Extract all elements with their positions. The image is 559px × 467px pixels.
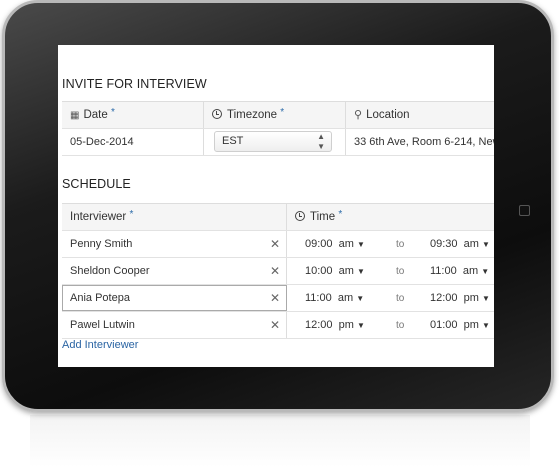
to-separator: to <box>396 239 405 250</box>
interviewer-name-field[interactable]: Sheldon Cooper <box>62 258 287 284</box>
end-ampm: pm <box>463 319 479 331</box>
start-time-select[interactable]: 12:00 pm ▼ <box>305 319 365 331</box>
start-hour: 10:00 <box>305 265 333 277</box>
close-icon[interactable]: ✕ <box>270 318 280 332</box>
required-mark: * <box>280 107 285 118</box>
start-hour: 11:00 <box>305 292 332 304</box>
close-icon[interactable]: ✕ <box>270 264 280 278</box>
caret-down-icon: ▼ <box>482 321 490 330</box>
caret-down-icon: ▼ <box>357 321 365 330</box>
schedule-section-title: SCHEDULE <box>62 177 131 191</box>
calendar-icon: ▦ <box>70 110 80 121</box>
close-icon[interactable]: ✕ <box>270 291 280 305</box>
start-time-select[interactable]: 11:00 am ▼ <box>305 292 364 304</box>
updown-icon: ▲ ▼ <box>317 132 325 151</box>
interviewer-header-label: Interviewer <box>70 211 127 223</box>
to-separator: to <box>396 293 405 304</box>
map-pin-icon: ⚲ <box>354 109 363 121</box>
interviewer-row: Pawel Lutwin ✕ 12:00 pm ▼ to 01:00 pm ▼ <box>62 312 494 339</box>
timezone-cell: EST ▲ ▼ <box>204 129 346 155</box>
tablet-reflection <box>30 415 530 467</box>
start-ampm: pm <box>338 319 354 331</box>
date-header: ▦ Date * <box>62 102 204 128</box>
add-interviewer-link[interactable]: Add Interviewer <box>62 339 138 351</box>
clock-icon <box>295 211 305 221</box>
start-ampm: am <box>337 292 354 304</box>
start-time-select[interactable]: 10:00 am ▼ <box>305 265 365 277</box>
end-hour: 09:30 <box>430 238 458 250</box>
timezone-value: EST <box>222 135 244 147</box>
caret-down-icon: ▼ <box>357 267 365 276</box>
end-hour: 12:00 <box>430 292 458 304</box>
date-header-label: Date <box>83 109 108 121</box>
time-header: Time * <box>287 204 494 230</box>
start-time-select[interactable]: 09:00 am ▼ <box>305 238 365 250</box>
timezone-header: Timezone * <box>204 102 346 128</box>
caret-down-icon: ▼ <box>357 240 365 249</box>
required-mark: * <box>129 209 134 220</box>
end-time-select[interactable]: 01:00 pm ▼ <box>430 319 490 331</box>
schedule-table: Interviewer * Time * Penny Smith ✕ 09:00… <box>62 203 494 339</box>
interviewer-name-field[interactable]: Penny Smith <box>62 231 287 257</box>
interviewer-header: Interviewer * <box>62 204 287 230</box>
invite-section-title: INVITE FOR INTERVIEW <box>62 77 207 91</box>
invite-header-row: ▦ Date * Timezone * ⚲ Location <box>62 102 494 129</box>
to-separator: to <box>396 320 405 331</box>
end-ampm: pm <box>463 292 479 304</box>
focus-outline <box>62 285 287 311</box>
start-hour: 12:00 <box>305 319 333 331</box>
location-field[interactable]: 33 6th Ave, Room 6-214, New <box>346 129 494 155</box>
caret-down-icon: ▼ <box>356 294 365 303</box>
end-hour: 01:00 <box>430 319 458 331</box>
interviewer-row-focused: Ania Potepa ✕ 11:00 am ▼ to 12:00 pm ▼ <box>62 285 494 312</box>
caret-down-icon: ▼ <box>482 294 490 303</box>
clock-icon <box>212 109 222 119</box>
location-header: ⚲ Location <box>346 102 494 128</box>
required-mark: * <box>338 209 343 220</box>
timezone-header-label: Timezone <box>227 109 278 121</box>
invite-table: ▦ Date * Timezone * ⚲ Location 05-Dec-2014… <box>62 101 494 156</box>
caret-down-icon: ▼ <box>481 267 490 276</box>
end-ampm: am <box>463 238 479 250</box>
app-screen: INVITE FOR INTERVIEW ▦ Date * Timezone * … <box>58 45 494 367</box>
start-hour: 09:00 <box>305 238 333 250</box>
end-hour: 11:00 <box>430 265 457 277</box>
end-ampm: am <box>462 265 479 277</box>
end-time-select[interactable]: 12:00 pm ▼ <box>430 292 490 304</box>
time-header-label: Time <box>310 211 336 223</box>
start-ampm: am <box>338 265 354 277</box>
end-time-select[interactable]: 11:00 am ▼ <box>430 265 489 277</box>
caret-down-icon: ▼ <box>482 240 490 249</box>
date-field[interactable]: 05-Dec-2014 <box>62 129 204 155</box>
to-separator: to <box>396 266 405 277</box>
location-header-label: Location <box>366 109 410 121</box>
close-icon[interactable]: ✕ <box>270 237 280 251</box>
home-button <box>519 205 530 216</box>
interviewer-row: Penny Smith ✕ 09:00 am ▼ to 09:30 am ▼ <box>62 231 494 258</box>
invite-values-row: 05-Dec-2014 EST ▲ ▼ 33 6th Ave, Room 6-21… <box>62 129 494 156</box>
timezone-select[interactable]: EST ▲ ▼ <box>214 131 332 152</box>
end-time-select[interactable]: 09:30 am ▼ <box>430 238 490 250</box>
schedule-header-row: Interviewer * Time * <box>62 204 494 231</box>
interviewer-name-field[interactable]: Pawel Lutwin <box>62 312 287 338</box>
start-ampm: am <box>338 238 354 250</box>
required-mark: * <box>110 107 115 118</box>
interviewer-row: Sheldon Cooper ✕ 10:00 am ▼ to 11:00 am … <box>62 258 494 285</box>
